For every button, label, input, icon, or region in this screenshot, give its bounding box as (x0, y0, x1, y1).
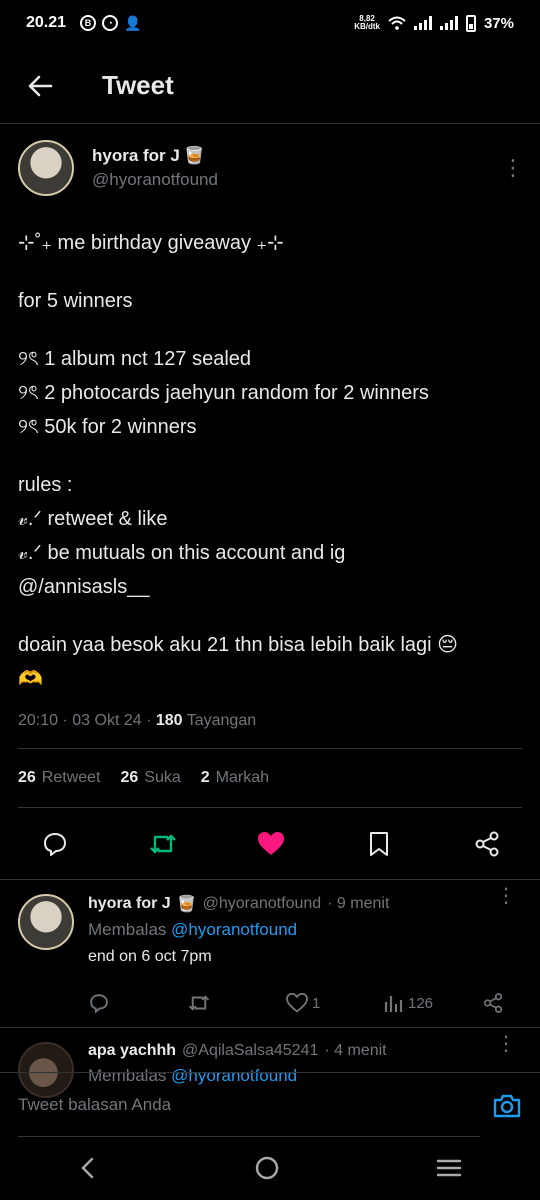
back-button[interactable] (0, 48, 80, 124)
tweet-actions (0, 808, 540, 880)
reply-more-button[interactable]: ⋮ (496, 1034, 516, 1054)
chevron-left-icon (81, 1157, 94, 1178)
tweet-meta: 20:10 · 03 Okt 24 · 180 Tayangan (0, 712, 540, 730)
more-options-button[interactable]: ⋮ (502, 157, 524, 179)
retweet-icon (150, 834, 176, 853)
share-button[interactable] (472, 829, 502, 859)
home-circle-icon (255, 1156, 279, 1179)
reply-like-button[interactable]: 1 (286, 993, 384, 1013)
wifi-icon (388, 16, 406, 30)
add-user-icon: 👤 (124, 14, 142, 31)
reply-avatar[interactable] (18, 894, 74, 950)
reply-author-name[interactable]: apa yachhh (88, 1042, 176, 1060)
reply-actions: 1 126 (88, 988, 522, 1018)
tweet-line: for 5 winners (18, 290, 133, 312)
retweets-stat[interactable]: 26 Retweet (18, 769, 101, 787)
page-title: Tweet (102, 70, 174, 100)
tweet-text: ⊹˚₊ me birthday giveaway ₊⊹ for 5 winners… (0, 226, 540, 696)
nav-home-button[interactable] (254, 1155, 280, 1186)
reply-reply-button[interactable] (88, 992, 186, 1014)
back-arrow-icon (28, 75, 53, 96)
tweet-line: ୨ৎ 50k for 2 winners (18, 416, 197, 438)
reply-retweet-button[interactable] (186, 992, 286, 1014)
b-app-icon: B (80, 14, 97, 31)
camera-button[interactable] (492, 1091, 522, 1121)
reply-views-button[interactable]: 126 (384, 993, 482, 1013)
views-count: 180 (155, 712, 183, 729)
tweet-line: 🫶 (18, 668, 43, 690)
nav-recents-button[interactable] (436, 1157, 462, 1184)
battery-percent: 37% (483, 14, 514, 32)
status-bar: 20.21 B ◔ 👤 8,82 KB/dtk 37% (0, 0, 540, 46)
reply-input[interactable]: Tweet balasan Anda (18, 1075, 480, 1137)
reply-icon (90, 994, 108, 1014)
menu-lines-icon (436, 1159, 462, 1176)
status-time: 20.21 (26, 14, 67, 31)
retweet-button[interactable] (148, 829, 178, 859)
views-icon (384, 996, 403, 1012)
replying-to-link[interactable]: @hyoranotfound (171, 920, 297, 939)
share-icon (483, 993, 503, 1013)
speed-app-icon: ◔ (102, 14, 119, 31)
tweet-line: doain yaa besok aku 21 thn bisa lebih ba… (18, 634, 459, 656)
views-label: Tayangan (182, 712, 257, 729)
author-avatar[interactable] (18, 140, 74, 196)
whisky-emoji: 🥃 (176, 896, 197, 913)
reply-author-name[interactable]: hyora for J (88, 895, 171, 913)
reply-time: · 9 menit (327, 895, 390, 912)
tweet-line: @/annisasls__ (18, 576, 150, 598)
author-name[interactable]: hyora for J 🥃 (92, 146, 218, 166)
reply-item[interactable]: hyora for J 🥃 @hyoranotfound · 9 menit M… (0, 880, 540, 1028)
camera-icon (493, 1094, 521, 1117)
reply-more-button[interactable]: ⋮ (496, 886, 516, 906)
heart-filled-icon (258, 831, 284, 855)
network-speed: 8,82 KB/dtk (354, 14, 380, 31)
nav-back-button[interactable] (78, 1156, 98, 1185)
retweet-icon (188, 995, 210, 1011)
reply-share-button[interactable] (482, 992, 504, 1014)
share-icon (475, 831, 499, 856)
system-nav-bar (0, 1140, 540, 1200)
reply-button[interactable] (40, 829, 70, 859)
reply-text: end on 6 oct 7pm (88, 948, 212, 965)
tweet-line: ⊹˚₊ me birthday giveaway ₊⊹ (18, 232, 284, 254)
battery-icon (465, 14, 476, 32)
reply-author-handle[interactable]: @hyoranotfound (203, 895, 322, 913)
reply-like-count: 1 (312, 994, 321, 1012)
bookmark-button[interactable] (364, 829, 394, 859)
signal-2-icon (439, 16, 458, 30)
tweet-timestamp: 20:10 · 03 Okt 24 · (18, 712, 156, 729)
tweet-author: hyora for J 🥃 @hyoranotfound ⋮ (0, 124, 540, 196)
tweet-line: 𝓋.ᐟ be mutuals on this account and ig (18, 542, 346, 564)
reply-composer: Tweet balasan Anda (0, 1072, 540, 1138)
bookmark-icon (370, 831, 388, 856)
signal-1-icon (413, 16, 432, 30)
reply-time: · 4 menit (324, 1042, 387, 1059)
tweet-line: ୨ৎ 1 album nct 127 sealed (18, 348, 252, 370)
replying-to: Membalas @hyoranotfound (88, 920, 298, 939)
reply-icon (44, 832, 66, 856)
tweet-line: ୨ৎ 2 photocards jaehyun random for 2 win… (18, 382, 429, 404)
main-tweet: hyora for J 🥃 @hyoranotfound ⋮ ⊹˚₊ me bi… (0, 124, 540, 1098)
like-button[interactable] (256, 829, 286, 859)
whisky-emoji: 🥃 (183, 146, 206, 165)
tweet-stats: 26 Retweet 26 Suka 2 Markah (0, 749, 540, 807)
likes-stat[interactable]: 26 Suka (121, 769, 181, 787)
author-handle[interactable]: @hyoranotfound (92, 170, 218, 190)
bookmarks-stat[interactable]: 2 Markah (201, 769, 269, 787)
reply-author-handle[interactable]: @AqilaSalsa45241 (182, 1042, 318, 1060)
top-bar: Tweet (0, 48, 540, 124)
tweet-line: rules : (18, 474, 73, 496)
heart-icon (286, 993, 308, 1013)
tweet-line: 𝓋.ᐟ retweet & like (18, 508, 168, 530)
reply-views-count: 126 (408, 994, 434, 1012)
